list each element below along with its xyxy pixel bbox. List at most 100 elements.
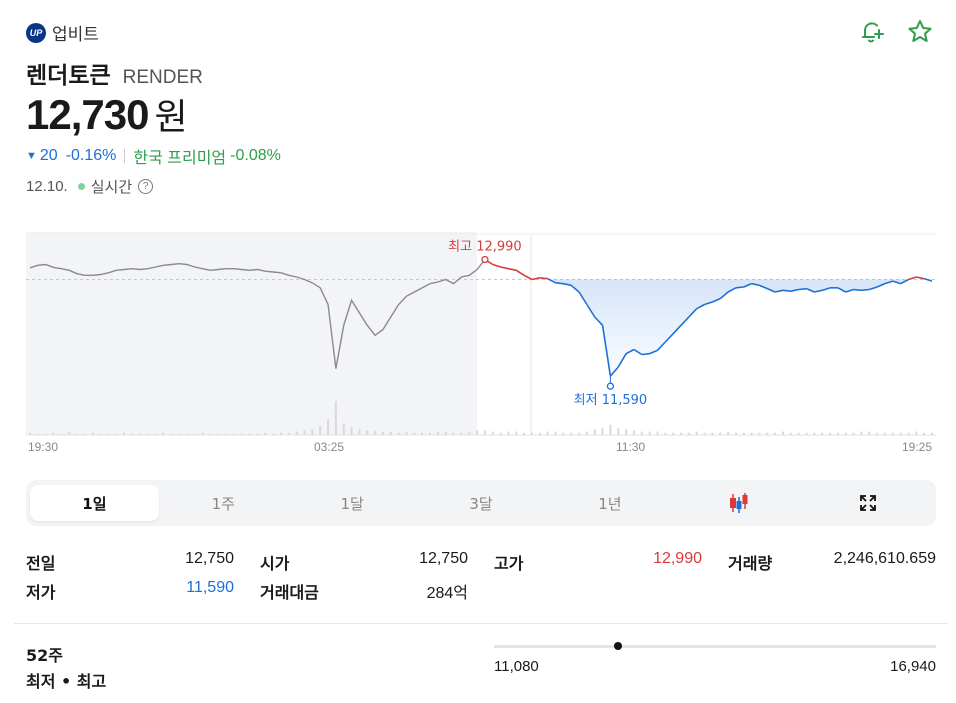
period-1m[interactable]: 1달 xyxy=(288,485,417,521)
price-line-segment xyxy=(492,263,501,268)
volume-bar xyxy=(640,431,643,435)
volume-bar xyxy=(578,432,581,435)
price-value: 12,730 xyxy=(26,91,149,138)
volume-bar xyxy=(601,428,604,435)
star-icon[interactable] xyxy=(904,16,936,48)
volume-bar xyxy=(844,432,847,435)
volume-bar xyxy=(585,431,588,435)
period-1d[interactable]: 1일 xyxy=(30,485,159,521)
period-3m[interactable]: 3달 xyxy=(417,485,546,521)
volume-bar xyxy=(797,432,800,435)
exchange-name: 업비트 xyxy=(52,25,99,45)
volume-bar xyxy=(256,433,259,435)
volume-bar xyxy=(185,433,188,435)
volume-bar xyxy=(852,432,855,435)
week52-current-marker xyxy=(614,642,623,650)
volume-bar xyxy=(115,433,118,435)
volume-bar xyxy=(436,431,439,435)
price-line-segment xyxy=(798,287,807,291)
coin-name: 렌더토큰 xyxy=(26,63,111,89)
x-tick-label: 19:25 xyxy=(902,440,932,454)
volume-bar xyxy=(405,431,408,435)
high-label: 고가 xyxy=(494,554,524,573)
period-selector: 1일 1주 1달 3달 1년 xyxy=(26,480,936,526)
week52-low: 11,080 xyxy=(494,658,539,675)
low-label: 저가 xyxy=(26,583,56,602)
volume-bar xyxy=(91,432,94,435)
volume-bar xyxy=(742,432,745,435)
volume-bar xyxy=(146,433,149,435)
volume-bar xyxy=(225,433,228,435)
volume-bar xyxy=(483,430,486,435)
volume-bar xyxy=(60,433,63,435)
volume-bar xyxy=(232,433,235,435)
week52-line2: 최저 • 최고 xyxy=(26,672,107,691)
volume-bar xyxy=(366,430,369,435)
change-amount: 20 xyxy=(39,147,58,164)
volume-bar xyxy=(162,432,165,435)
volume-bar xyxy=(789,432,792,435)
price-line-segment xyxy=(539,277,548,280)
help-icon[interactable]: ? xyxy=(138,179,154,194)
header-actions xyxy=(856,16,936,48)
premium-label: 한국 프리미엄 xyxy=(133,150,227,167)
volume-bar xyxy=(429,432,432,435)
volume-bar xyxy=(476,430,479,435)
price-line-segment xyxy=(782,289,791,292)
volume-bar xyxy=(327,419,330,435)
volume-bar xyxy=(530,432,533,435)
low-marker xyxy=(606,382,615,390)
upbit-logo: UP xyxy=(26,22,46,43)
price-line-segment xyxy=(735,286,744,289)
volume-bar xyxy=(931,432,933,435)
volume-bar xyxy=(209,433,212,435)
volume-bar xyxy=(687,432,690,435)
volume-bar xyxy=(570,432,573,435)
volume-bar xyxy=(178,433,181,435)
live-dot-icon xyxy=(77,183,85,190)
volume-bar xyxy=(750,432,753,435)
prev-close-label: 전일 xyxy=(26,554,56,573)
candlestick-icon[interactable] xyxy=(674,485,803,521)
trade-amount-unit: 억 xyxy=(453,583,468,602)
period-1y[interactable]: 1년 xyxy=(545,485,674,521)
bell-plus-icon[interactable] xyxy=(856,16,888,48)
volume-bar xyxy=(421,432,424,435)
date: 12.10. xyxy=(26,178,68,195)
volume-bar xyxy=(883,432,886,435)
volume-bar xyxy=(562,432,565,435)
volume-bar xyxy=(695,431,698,435)
volume-bar xyxy=(193,433,196,435)
volume-bar xyxy=(617,428,620,435)
volume-bar xyxy=(76,433,79,435)
volume-bar xyxy=(734,432,737,435)
period-1w[interactable]: 1주 xyxy=(159,485,288,521)
volume-bar xyxy=(546,431,549,435)
volume-bar xyxy=(538,432,541,435)
volume-bar xyxy=(672,432,675,435)
volume-bar xyxy=(836,432,839,435)
volume-bar xyxy=(923,432,926,435)
volume-bar xyxy=(632,430,635,435)
volume-bar xyxy=(593,429,596,435)
volume-bar xyxy=(719,432,722,435)
week52-line1: 52주 xyxy=(26,646,63,665)
volume-bar xyxy=(389,431,392,435)
volume-bar xyxy=(334,401,337,435)
expand-icon[interactable] xyxy=(803,485,932,521)
live-label: 실시간 xyxy=(90,178,133,196)
volume-bar xyxy=(319,425,322,435)
volume-label: 거래량 xyxy=(728,554,773,573)
volume-bar xyxy=(452,432,455,435)
volume-bar xyxy=(781,431,784,435)
coin-symbol: RENDER xyxy=(122,67,203,88)
price-chart[interactable]: 최고 12,990 최저 11,590 19:30 03:25 11:30 19:25 xyxy=(26,232,936,462)
trade-amount-label: 거래대금 xyxy=(260,583,319,602)
volume-bar xyxy=(397,432,400,435)
volume-bar xyxy=(154,433,157,435)
price-line-segment xyxy=(861,288,870,292)
volume-bar xyxy=(350,427,353,435)
volume-bar xyxy=(36,433,39,435)
timestamp: 12.10. 실시간 ? xyxy=(26,176,154,197)
volume-bar xyxy=(468,431,471,435)
